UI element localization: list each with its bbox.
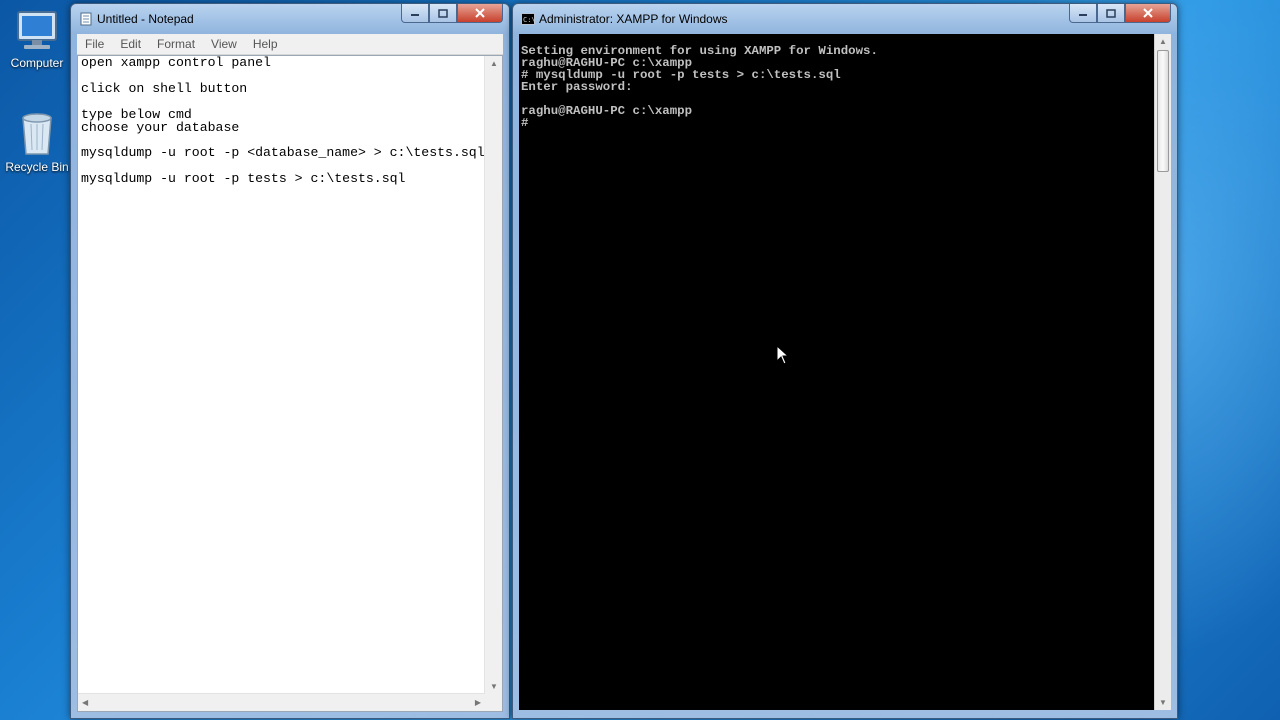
scroll-down-arrow-icon[interactable]: ▼ [490,682,498,691]
computer-icon [17,11,57,49]
svg-text:C:\: C:\ [523,16,535,24]
console-output: Setting environment for using XAMPP for … [521,44,878,130]
minimize-button[interactable] [1069,4,1097,23]
menu-file[interactable]: File [77,37,112,51]
console-titlebar[interactable]: C:\ Administrator: XAMPP for Windows [513,4,1177,34]
vertical-scrollbar[interactable]: ▲ ▼ [484,56,502,694]
size-grip[interactable] [485,694,502,711]
maximize-button[interactable] [1097,4,1125,23]
scroll-up-arrow-icon[interactable]: ▲ [1159,37,1167,46]
scroll-up-arrow-icon[interactable]: ▲ [490,59,498,68]
maximize-icon [438,8,448,18]
menu-help[interactable]: Help [245,37,286,51]
menu-bar: File Edit Format View Help [77,34,503,55]
desktop-icon-label: Recycle Bin [5,160,69,174]
desktop-icon-recycle-bin[interactable]: Recycle Bin [2,110,72,174]
console-window[interactable]: C:\ Administrator: XAMPP for Windows Set… [512,3,1178,719]
horizontal-scrollbar[interactable]: ◀ ▶ [78,693,485,711]
notepad-window[interactable]: Untitled - Notepad File Edit Format View… [70,3,510,719]
close-icon [1143,8,1153,18]
close-button[interactable] [1125,4,1171,23]
maximize-button[interactable] [429,4,457,23]
console-scrollbar[interactable]: ▲ ▼ [1154,34,1171,710]
desktop-icon-label: Computer [10,56,64,70]
recycle-bin-icon [22,113,52,155]
cmd-icon: C:\ [521,13,535,25]
notepad-titlebar[interactable]: Untitled - Notepad [71,4,509,34]
mouse-cursor-icon [776,345,790,365]
window-title: Administrator: XAMPP for Windows [539,12,728,26]
window-title: Untitled - Notepad [97,12,194,26]
minimize-icon [411,14,419,16]
close-icon [475,8,485,18]
menu-view[interactable]: View [203,37,245,51]
text-editor-area[interactable]: open xampp control panel click on shell … [77,55,503,712]
scroll-right-arrow-icon[interactable]: ▶ [475,698,481,707]
menu-format[interactable]: Format [149,37,203,51]
scroll-thumb[interactable] [1157,50,1169,172]
minimize-icon [1079,14,1087,16]
scroll-down-arrow-icon[interactable]: ▼ [1159,698,1167,707]
desktop-icon-computer[interactable]: Computer [2,10,72,70]
editor-content[interactable]: open xampp control panel click on shell … [81,56,485,186]
console-screen[interactable]: Setting environment for using XAMPP for … [519,34,1155,710]
minimize-button[interactable] [401,4,429,23]
menu-edit[interactable]: Edit [112,37,149,51]
scroll-left-arrow-icon[interactable]: ◀ [82,698,88,707]
caption-buttons [1069,4,1171,23]
close-button[interactable] [457,4,503,23]
maximize-icon [1106,8,1116,18]
caption-buttons [401,4,503,23]
notepad-icon [80,12,92,26]
